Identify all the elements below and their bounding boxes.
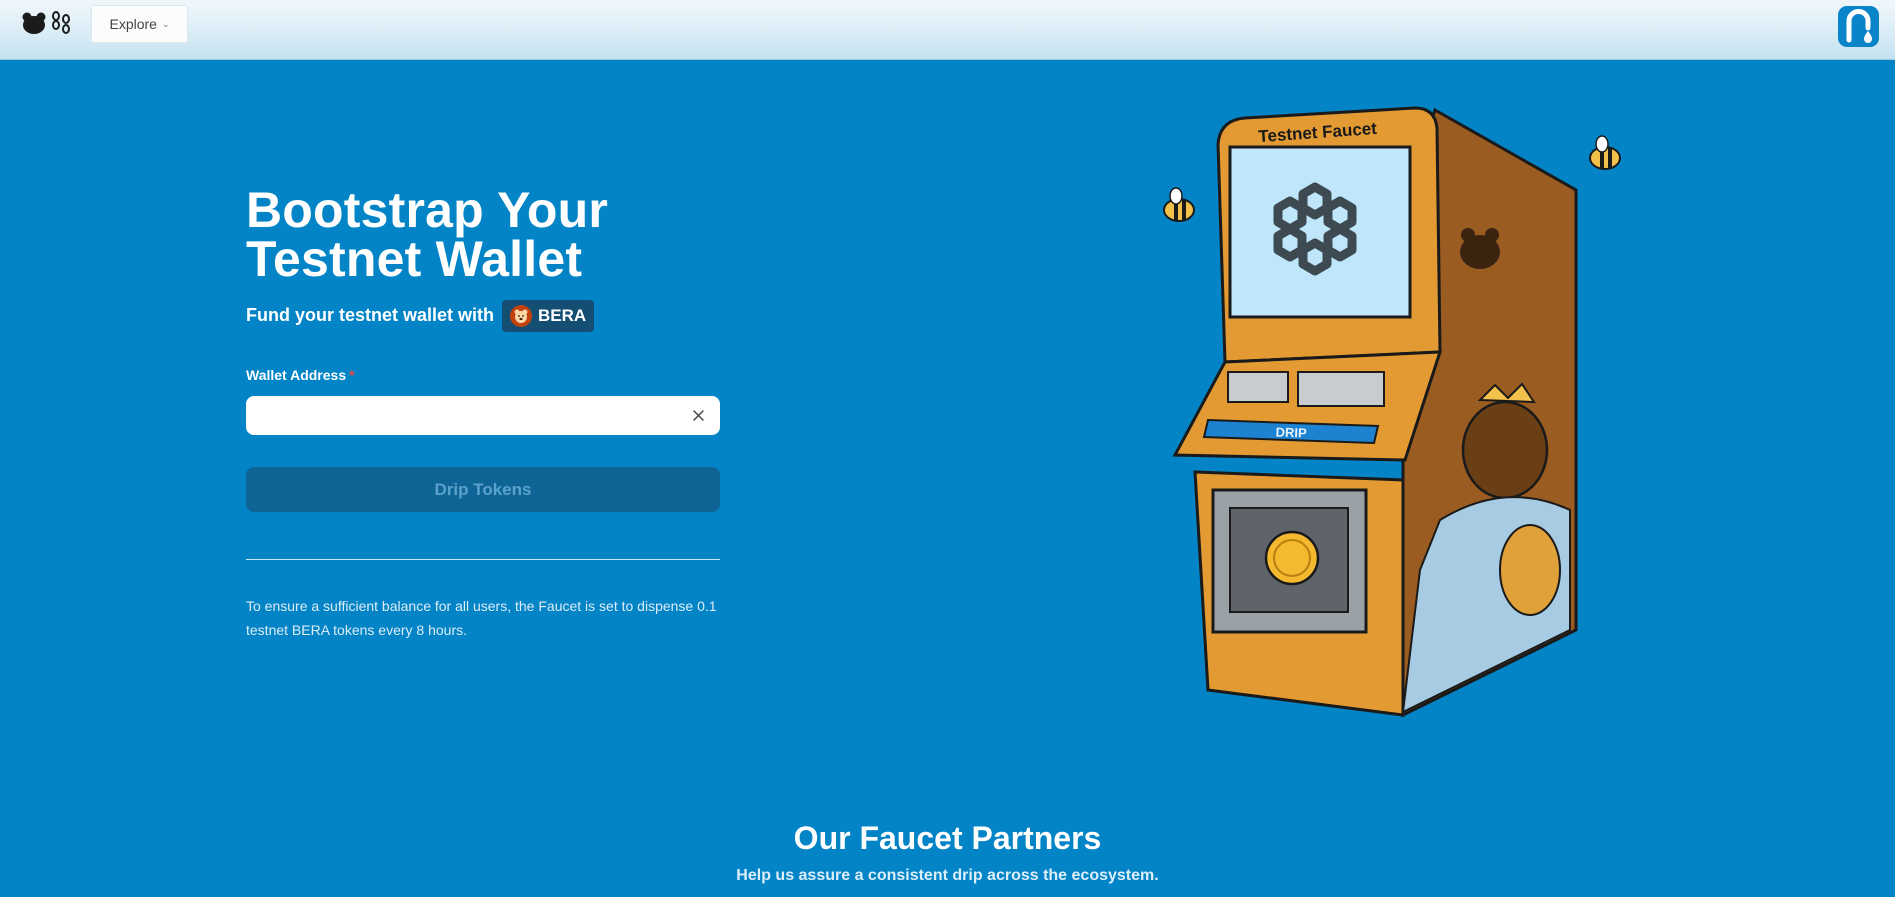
explore-menu-button[interactable]: Explore ⌄: [91, 5, 188, 43]
berachain-logo[interactable]: [22, 11, 72, 34]
drip-panel-text: DRIP: [1275, 424, 1307, 440]
fund-subtitle: Fund your testnet wallet with BERA: [246, 299, 595, 332]
page-title-line1: Bootstrap Your: [246, 182, 609, 238]
keypad: [1227, 371, 1289, 403]
partners-subtitle: Help us assure a consistent drip across …: [736, 867, 1159, 884]
wallet-address-input[interactable]: [246, 396, 686, 435]
required-indicator: *: [349, 367, 355, 383]
bee-icon-left: [1163, 187, 1195, 222]
machine-screen: [1228, 145, 1412, 319]
bear-head-icon: [22, 12, 46, 34]
close-icon[interactable]: [689, 406, 708, 425]
partners-title: Our Faucet Partners: [793, 820, 1102, 856]
token-badge: BERA: [502, 299, 595, 332]
wallet-address-field: [246, 396, 720, 435]
explore-label: Explore: [109, 16, 157, 32]
page-title-line2: Testnet Wallet: [246, 231, 583, 287]
drip-tokens-button[interactable]: Drip Tokens: [246, 467, 720, 512]
top-nav-bar: Explore ⌄: [0, 0, 1895, 60]
wallet-address-label: Wallet Address *: [246, 367, 355, 383]
fund-text: Fund your testnet wallet with: [246, 305, 495, 325]
divider: [246, 559, 720, 560]
chain-links-icon: [52, 11, 70, 34]
card-slot: [1297, 371, 1385, 407]
faucet-icon[interactable]: [1838, 6, 1879, 47]
token-label: BERA: [538, 305, 587, 325]
chevron-down-icon: ⌄: [161, 18, 170, 29]
page-title: Bootstrap Your Testnet Wallet: [246, 182, 806, 287]
faucet-machine-illustration: Testnet Faucet DRIP: [1163, 106, 1621, 718]
wallet-label-text: Wallet Address: [246, 367, 347, 383]
bee-icon-right: [1589, 135, 1621, 170]
faucet-notice: To ensure a sufficient balance for all u…: [246, 598, 717, 638]
bera-bear-icon: [510, 304, 533, 327]
